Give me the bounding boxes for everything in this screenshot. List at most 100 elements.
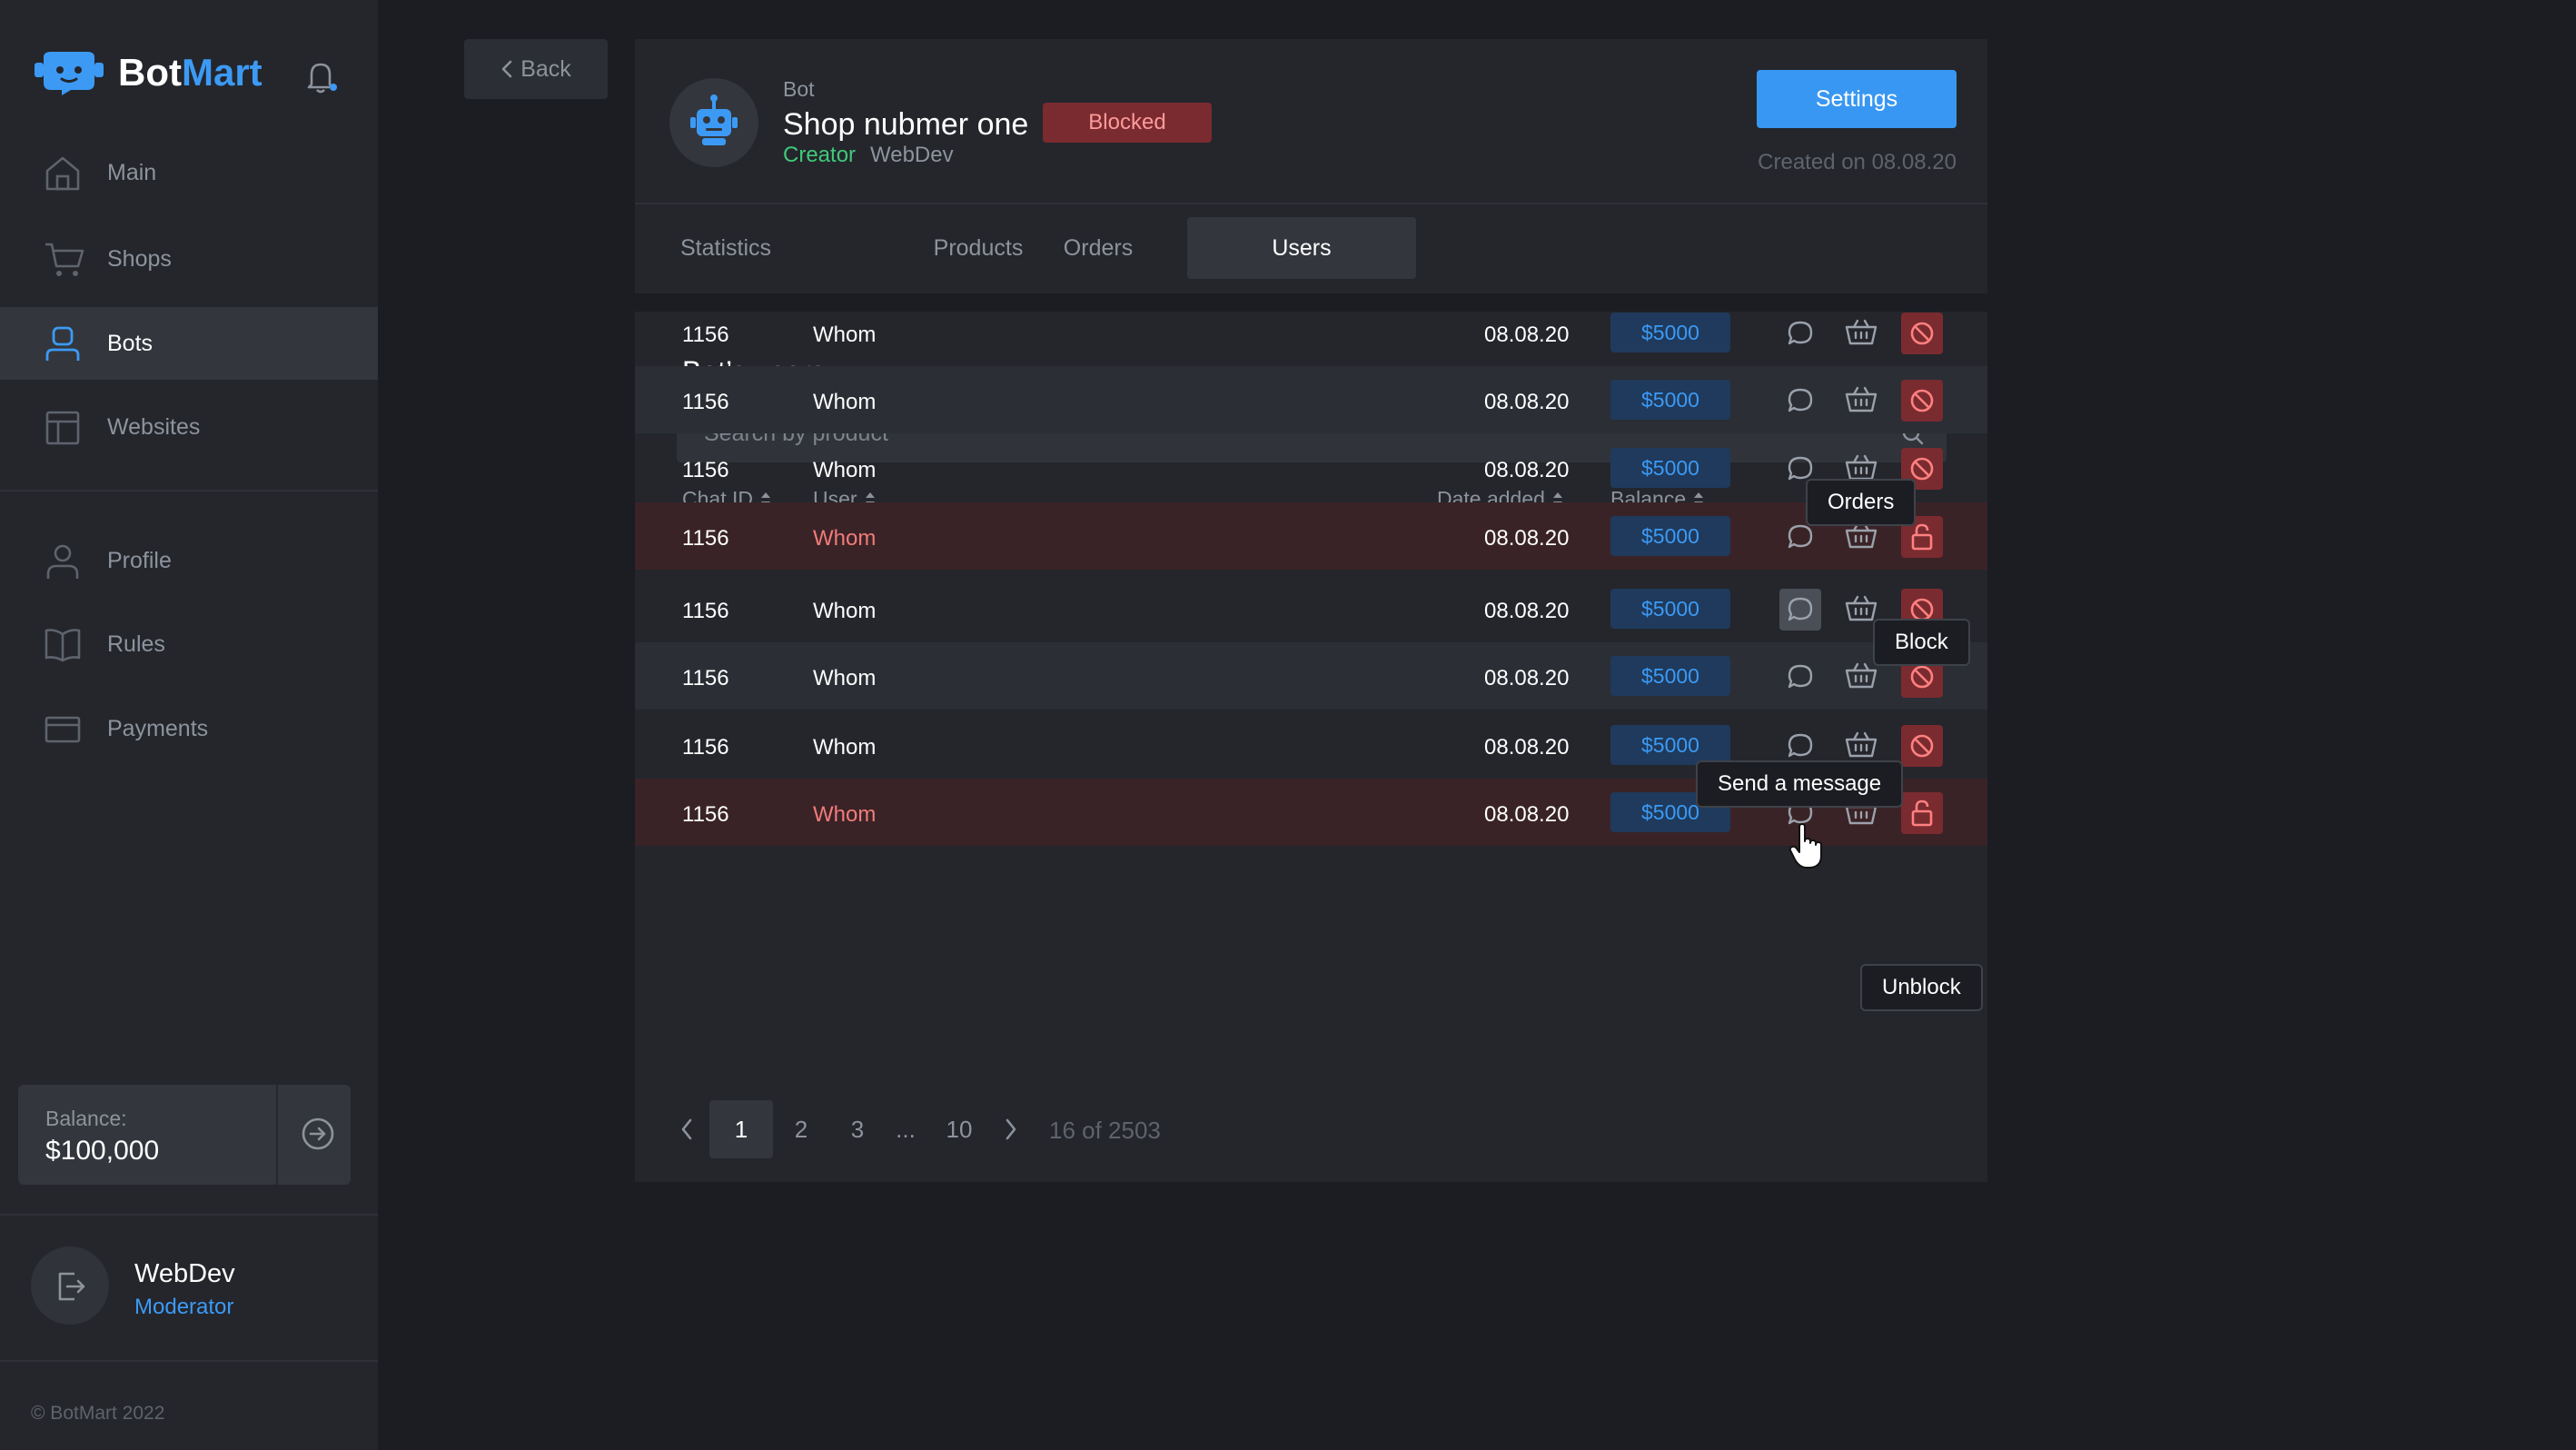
- bot-caption: Bot: [783, 77, 815, 101]
- table-row: 1156 Whom 08.08.20 $5000: [635, 502, 1987, 570]
- table-row: 1156 Whom 08.08.20 $5000: [635, 299, 1987, 366]
- table-row: 1156 Whom 08.08.20 $5000: [635, 434, 1987, 502]
- bot-tabs: Statistics Products Orders Users: [635, 203, 1987, 293]
- sidebar-item-shops[interactable]: Shops: [0, 223, 378, 295]
- chat-id-cell: 1156: [682, 599, 729, 623]
- bot-avatar: [669, 78, 758, 167]
- user-role: Moderator: [134, 1295, 234, 1319]
- layout-icon: [45, 411, 80, 445]
- block-icon: [1910, 665, 1934, 689]
- orders-button[interactable]: [1840, 380, 1882, 422]
- robot-icon: [690, 94, 738, 145]
- block-icon: [1910, 457, 1934, 481]
- chat-id-cell: 1156: [682, 735, 729, 760]
- sidebar: BotMart Main Shops Bots Websites Profile…: [0, 0, 378, 1450]
- user-bot-icon: [45, 326, 80, 361]
- sidebar-item-websites[interactable]: Websites: [0, 391, 378, 463]
- sidebar-item-bots[interactable]: Bots: [0, 307, 378, 380]
- balance-badge: $5000: [1610, 725, 1730, 765]
- user-cell[interactable]: Whom: [813, 526, 876, 551]
- status-badge: Blocked: [1043, 103, 1212, 143]
- balance-badge: $5000: [1610, 589, 1730, 629]
- notifications-bell-icon[interactable]: [303, 58, 342, 96]
- chat-id-cell: 1156: [682, 526, 729, 551]
- home-icon: [45, 156, 80, 191]
- block-button[interactable]: [1901, 380, 1943, 422]
- brand-logo[interactable]: BotMart: [35, 50, 263, 95]
- date-cell: 08.08.20: [1484, 323, 1570, 347]
- logout-button[interactable]: [31, 1246, 109, 1325]
- balance-badge: $5000: [1610, 448, 1730, 488]
- send-message-button[interactable]: [1779, 589, 1821, 631]
- block-icon: [1910, 389, 1934, 412]
- balance-badge: $5000: [1610, 313, 1730, 353]
- profile-icon: [46, 544, 79, 579]
- user-cell[interactable]: Whom: [813, 666, 876, 691]
- chat-id-cell: 1156: [682, 458, 729, 482]
- date-cell: 08.08.20: [1484, 458, 1570, 482]
- send-message-button[interactable]: [1779, 313, 1821, 354]
- user-cell[interactable]: Whom: [813, 458, 876, 483]
- bot-users-card: Bot’s users Chat ID User Date added Bala…: [635, 312, 1987, 1182]
- book-icon: [45, 629, 81, 662]
- message-icon: [1788, 597, 1813, 621]
- unlock-icon: [1911, 523, 1933, 551]
- orders-button[interactable]: [1840, 313, 1882, 354]
- unblock-button[interactable]: [1901, 792, 1943, 834]
- message-icon: [1788, 733, 1813, 758]
- sidebar-item-rules[interactable]: Rules: [0, 608, 378, 680]
- sidebar-divider: [0, 1360, 378, 1362]
- pagination-page-1[interactable]: 1: [709, 1100, 773, 1158]
- sidebar-item-label: Rules: [107, 631, 165, 657]
- date-cell: 08.08.20: [1484, 735, 1570, 760]
- chevron-left-icon: [681, 1118, 692, 1140]
- bot-name: Shop nubmer one: [783, 107, 1029, 142]
- user-cell[interactable]: Whom: [813, 323, 876, 348]
- block-button[interactable]: [1901, 313, 1943, 354]
- balance-arrow-button[interactable]: [298, 1114, 338, 1154]
- block-icon: [1910, 734, 1934, 758]
- send-message-button[interactable]: [1779, 380, 1821, 422]
- chat-id-cell: 1156: [682, 323, 729, 347]
- user-cell[interactable]: Whom: [813, 390, 876, 415]
- balance-panel: Balance: $100,000: [18, 1085, 351, 1185]
- sidebar-item-main[interactable]: Main: [0, 136, 378, 209]
- pagination-info: 16 of 2503: [1049, 1117, 1161, 1144]
- sidebar-item-payments[interactable]: Payments: [0, 692, 378, 765]
- sidebar-item-label: Payments: [107, 715, 209, 741]
- pagination-prev-button[interactable]: [669, 1100, 705, 1158]
- block-button[interactable]: [1901, 725, 1943, 767]
- chevron-left-icon: [501, 60, 512, 78]
- sidebar-item-label: Shops: [107, 245, 172, 272]
- sidebar-item-profile[interactable]: Profile: [0, 524, 378, 597]
- user-cell[interactable]: Whom: [813, 599, 876, 624]
- message-icon: [1788, 664, 1813, 689]
- copyright: © BotMart 2022: [31, 1403, 165, 1424]
- sidebar-item-label: Profile: [107, 547, 172, 573]
- tab-statistics[interactable]: Statistics: [651, 217, 800, 279]
- settings-button[interactable]: Settings: [1757, 70, 1957, 128]
- tab-users[interactable]: Users: [1187, 217, 1416, 279]
- basket-icon: [1845, 731, 1878, 758]
- pagination-page-2[interactable]: 2: [778, 1100, 824, 1158]
- tooltip-orders: Orders: [1806, 479, 1917, 526]
- pagination-next-button[interactable]: [993, 1100, 1029, 1158]
- pagination-page-3[interactable]: 3: [835, 1100, 880, 1158]
- balance-separator: [276, 1085, 278, 1185]
- user-cell[interactable]: Whom: [813, 802, 876, 828]
- date-cell: 08.08.20: [1484, 802, 1570, 827]
- user-name: WebDev: [134, 1259, 235, 1288]
- date-cell: 08.08.20: [1484, 526, 1570, 551]
- creator-value[interactable]: WebDev: [870, 143, 954, 168]
- pagination-page-10[interactable]: 10: [935, 1100, 984, 1158]
- sidebar-divider: [0, 490, 378, 492]
- tab-orders[interactable]: Orders: [1035, 217, 1162, 279]
- send-message-button[interactable]: [1779, 656, 1821, 698]
- balance-badge: $5000: [1610, 380, 1730, 420]
- back-button[interactable]: Back: [464, 39, 608, 99]
- balance-badge: $5000: [1610, 656, 1730, 696]
- unlock-icon: [1911, 799, 1933, 827]
- card-icon: [45, 716, 81, 743]
- basket-icon: [1845, 522, 1878, 549]
- user-cell[interactable]: Whom: [813, 735, 876, 760]
